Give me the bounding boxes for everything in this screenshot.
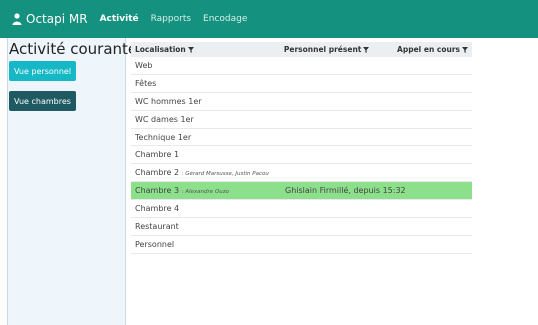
cell-location: WC hommes 1er — [131, 97, 285, 106]
nav-activite[interactable]: Activité — [100, 14, 139, 24]
cell-location: Personnel — [131, 240, 285, 249]
location-name: WC hommes 1er — [135, 96, 202, 106]
header-staff[interactable]: Personnel présent — [284, 45, 397, 54]
location-name: Personnel — [135, 239, 175, 249]
header-location[interactable]: Localisation — [131, 45, 284, 54]
location-name: Web — [135, 60, 153, 70]
cell-location: Fêtes — [131, 79, 285, 88]
user-icon — [12, 13, 22, 25]
filter-icon[interactable] — [363, 46, 370, 53]
nav-rapports[interactable]: Rapports — [151, 14, 191, 24]
table-row[interactable]: Restaurant — [131, 218, 472, 236]
brand[interactable]: Octapi MR — [12, 12, 88, 26]
cell-location: Web — [131, 61, 285, 70]
location-name: Technique 1er — [135, 132, 192, 142]
location-name: Chambre 2 — [135, 168, 180, 178]
location-name: WC dames 1er — [135, 114, 194, 124]
table-header: Localisation Personnel présent Appel en … — [131, 42, 472, 57]
view-rooms-button[interactable]: Vue chambres — [9, 91, 76, 111]
location-name: Restaurant — [135, 221, 179, 231]
location-name: Chambre 1 — [135, 150, 180, 160]
table-row[interactable]: Fêtes — [131, 75, 472, 93]
cell-staff: Ghislain Firmillé, depuis 15:32 — [285, 186, 406, 196]
top-navbar: Octapi MR Activité Rapports Encodage — [0, 0, 538, 38]
table-row[interactable]: Personnel — [131, 236, 472, 254]
table-row[interactable]: WC hommes 1er — [131, 93, 472, 111]
header-location-label: Localisation — [135, 45, 186, 54]
room-occupants: : Gérard Marsusse, Justin Pacou — [181, 171, 269, 178]
cell-location: WC dames 1er — [131, 115, 285, 124]
table-row[interactable]: Technique 1er — [131, 129, 472, 147]
header-call[interactable]: Appel en cours — [397, 45, 472, 54]
view-persons-button[interactable]: Vue personnel — [9, 61, 76, 81]
cell-location: Restaurant — [131, 222, 285, 231]
header-staff-label: Personnel présent — [283, 45, 362, 54]
table-row[interactable]: Chambre 4 — [131, 200, 472, 219]
nav-encodage[interactable]: Encodage — [203, 14, 247, 24]
table-row[interactable]: Chambre 1 — [131, 146, 472, 165]
brand-name: Octapi MR — [26, 12, 88, 26]
header-call-label: Appel en cours — [397, 45, 460, 54]
cell-location: Chambre 4 — [131, 204, 285, 213]
filter-icon[interactable] — [462, 46, 468, 53]
table-row[interactable]: Chambre 3 : Alexandre Ouzo Ghislain Firmi… — [131, 182, 472, 201]
page-title: Activité courante — [9, 40, 138, 58]
table-row[interactable]: WC dames 1er — [131, 111, 472, 129]
location-name: Fêtes — [135, 78, 157, 88]
location-name: Chambre 3 — [135, 186, 180, 196]
filter-icon[interactable] — [187, 46, 194, 53]
sidebar — [7, 38, 126, 325]
table-row[interactable]: Web — [131, 57, 472, 75]
cell-location: Chambre 1 — [131, 150, 285, 159]
table-row[interactable]: Chambre 2 : Gérard Marsusse, Justin Paco… — [131, 164, 472, 183]
table-body: Web Fêtes WC hommes 1er WC dames 1er Techniq… — [131, 57, 472, 254]
room-occupants: : Alexandre Ouzo — [181, 189, 229, 196]
cell-location: Technique 1er — [131, 133, 285, 142]
cell-location: Chambre 2 : Gérard Marsusse, Justin Paco… — [131, 168, 285, 177]
location-name: Chambre 4 — [135, 204, 180, 214]
cell-location: Chambre 3 : Alexandre Ouzo — [131, 186, 285, 195]
activity-table: Localisation Personnel présent Appel en … — [131, 42, 472, 254]
